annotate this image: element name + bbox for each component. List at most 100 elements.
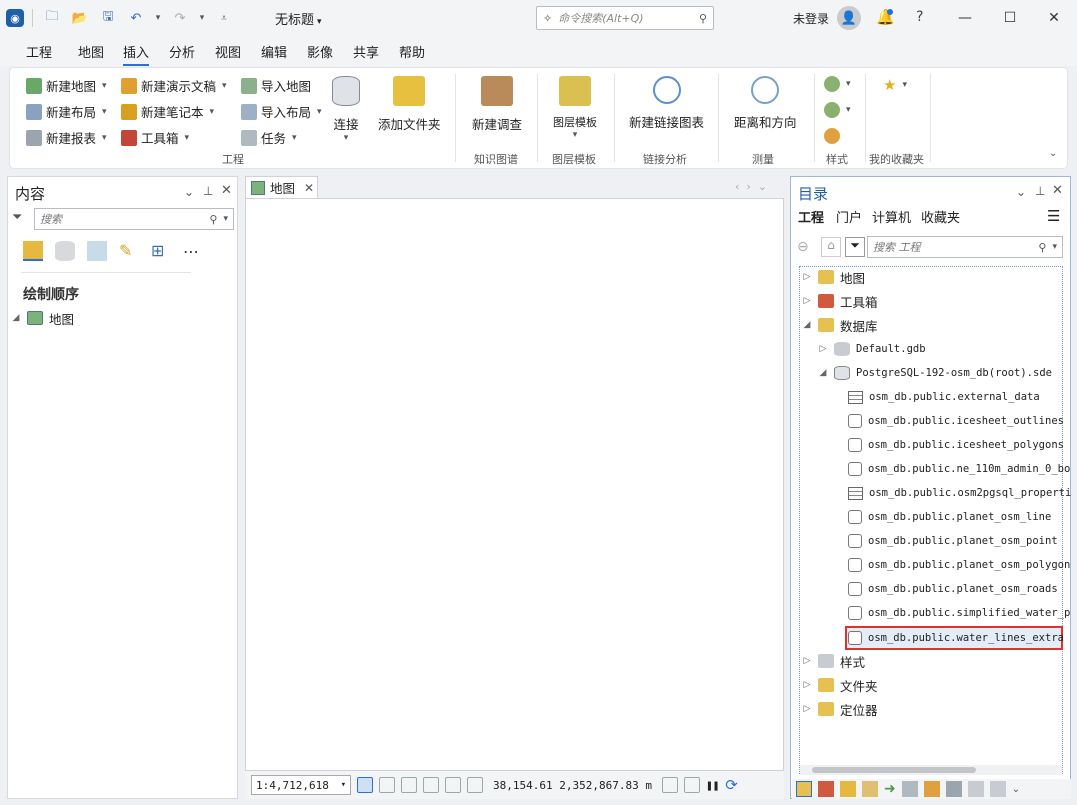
list-by-source-icon[interactable] (55, 241, 75, 261)
new-link-chart-button[interactable]: 新建链接图表 (629, 76, 704, 131)
tab-insert[interactable]: 插入 (123, 42, 150, 66)
back-icon[interactable]: ⊖ (797, 239, 809, 255)
redo-dropdown-icon[interactable]: ▾ (197, 7, 207, 29)
sign-in-status[interactable]: 未登录 (793, 10, 829, 27)
import-style-button[interactable] (824, 128, 840, 144)
expand-triangle-icon[interactable]: ▷ (802, 296, 812, 306)
filter-icon[interactable]: ⏷ (12, 210, 22, 225)
tree-item-styles[interactable]: ▷ 样式 (802, 650, 865, 672)
add-style-button[interactable]: ▾ (824, 76, 851, 92)
task-button[interactable]: 任务 ▾ (241, 128, 297, 147)
scale-selector[interactable]: 1:4,712,618 ▾ (251, 775, 351, 795)
close-icon[interactable]: ✕ (221, 183, 232, 198)
tree-item-table[interactable]: osm_db.public.osm2pgsql_properti (848, 482, 1071, 504)
catalog-dock-icon[interactable] (796, 781, 812, 797)
tab-view[interactable]: 视图 (215, 42, 241, 61)
tree-item-feature-class[interactable]: osm_db.public.ne_110m_admin_0_bo (848, 458, 1070, 480)
avatar[interactable]: 👤 (837, 6, 861, 30)
list-by-selection-icon[interactable] (87, 241, 107, 261)
pane-options-icon[interactable]: ⌄ (1016, 185, 1026, 199)
catalog-search-input[interactable]: 搜索 工程 ⚲ ▾ (867, 236, 1063, 258)
add-folder-button[interactable]: 添加文件夹 (378, 76, 441, 133)
scrollbar-thumb[interactable] (812, 767, 976, 773)
expand-triangle-icon[interactable]: ▷ (802, 656, 812, 666)
sketch-dock-icon[interactable] (862, 781, 878, 797)
brush-dock-icon[interactable] (923, 781, 940, 797)
query-dock-icon[interactable] (989, 781, 1006, 797)
undo-dropdown-icon[interactable]: ▾ (153, 7, 163, 29)
pause-icon[interactable]: ❚❚ (706, 779, 719, 792)
toolbox-dock-icon[interactable] (818, 781, 834, 797)
new-project-icon[interactable]: 🗀 (41, 7, 63, 29)
expand-triangle-icon[interactable]: ▷ (818, 344, 828, 354)
tab-scroll-arrows[interactable]: ‹ › ⌄ (735, 180, 767, 193)
connect-button[interactable]: 连接 ▾ (332, 76, 360, 143)
close-icon[interactable]: ✕ (304, 181, 314, 195)
tree-item-folders[interactable]: ▷ 文件夹 (802, 674, 878, 696)
map-view-tab[interactable]: 地图 ✕ (245, 176, 318, 198)
pane-options-icon[interactable]: ⌄ (184, 185, 194, 199)
new-notebook-button[interactable]: 新建笔记本 ▾ (121, 102, 214, 121)
tree-item-feature-class-selected[interactable]: osm_db.public.water_lines_extra (848, 627, 1064, 649)
layout-dock-icon[interactable] (945, 781, 962, 797)
expand-triangle-icon[interactable]: ◢ (11, 313, 21, 323)
catalog-menu-icon[interactable]: ☰ (1047, 207, 1060, 225)
tab-edit[interactable]: 编辑 (261, 42, 287, 61)
open-project-icon[interactable]: 📂 (69, 7, 91, 29)
drawing-order-icon[interactable] (23, 241, 43, 261)
customize-toolbar-icon[interactable]: ⩡ (213, 7, 235, 29)
import-layout-button[interactable]: 导入布局 ▾ (241, 102, 322, 121)
app-logo-icon[interactable]: ◉ (6, 9, 24, 27)
document-title[interactable]: 无标题 ▾ (275, 9, 322, 28)
tree-item-feature-class[interactable]: osm_db.public.planet_osm_line (848, 506, 1051, 528)
home-icon[interactable]: ⌂ (821, 237, 841, 257)
edit-dock-icon[interactable] (840, 781, 856, 797)
new-style-button[interactable]: ▾ (824, 102, 851, 118)
tree-item-feature-class[interactable]: osm_db.public.planet_osm_polygon (848, 554, 1070, 576)
save-icon[interactable]: 🖫 (97, 7, 119, 29)
new-survey-button[interactable]: 新建调查 (472, 76, 522, 133)
pin-icon[interactable]: ⊥ (203, 184, 213, 198)
expand-triangle-icon[interactable]: ▷ (802, 272, 812, 282)
selection-count-icon[interactable] (661, 777, 678, 793)
list-by-editing-icon[interactable]: ✎ (119, 241, 139, 261)
catalog-tab-project[interactable]: 工程 (798, 207, 824, 226)
command-search-input[interactable]: ✧ 命令搜索(Alt+Q) ⚲ (536, 6, 714, 30)
tab-help[interactable]: 帮助 (399, 42, 425, 61)
filter-icon[interactable]: ⏷ (845, 237, 865, 257)
redo-icon[interactable]: ↷ (169, 7, 191, 29)
tree-item-feature-class[interactable]: osm_db.public.planet_osm_point (848, 530, 1058, 552)
more-dock-icon[interactable]: ⌄ (1012, 784, 1020, 795)
close-icon[interactable]: ✕ (1052, 183, 1063, 198)
catalog-tab-favorites[interactable]: 收藏夹 (921, 207, 960, 226)
tab-map[interactable]: 地图 (78, 42, 104, 61)
undo-icon[interactable]: ↶ (125, 7, 147, 29)
new-report-button[interactable]: 新建报表 ▾ (26, 128, 107, 147)
arrow-dock-icon[interactable]: ➜ (884, 781, 896, 797)
map-canvas[interactable] (245, 198, 784, 771)
expand-triangle-icon[interactable]: ▷ (802, 680, 812, 690)
collapse-triangle-icon[interactable]: ◢ (818, 368, 828, 378)
new-layout-button[interactable]: 新建布局 ▾ (26, 102, 107, 121)
tree-item-feature-class[interactable]: osm_db.public.simplified_water_p (848, 602, 1070, 624)
tree-item-toolboxes[interactable]: ▷ 工具箱 (802, 290, 878, 312)
tree-item-table[interactable]: osm_db.public.external_data (848, 386, 1040, 408)
north-arrow-icon[interactable] (445, 777, 461, 793)
tree-item-maps[interactable]: ▷ 地图 (802, 266, 865, 288)
tree-item-databases[interactable]: ◢ 数据库 (802, 314, 878, 336)
layer-template-button[interactable]: 图层模板 ▾ (553, 76, 597, 140)
toolbox-button[interactable]: 工具箱 ▾ (121, 128, 189, 147)
navigator-icon[interactable] (357, 777, 373, 793)
tree-item-locators[interactable]: ▷ 定位器 (802, 698, 878, 720)
tab-project[interactable]: 工程 (26, 42, 52, 61)
close-window-button[interactable]: ✕ (1041, 6, 1067, 30)
grid-icon[interactable] (379, 777, 395, 793)
catalog-horizontal-scrollbar[interactable] (800, 765, 1062, 775)
catalog-tab-computer[interactable]: 计算机 (872, 207, 911, 226)
new-map-button[interactable]: 新建地图 ▾ (26, 76, 107, 95)
collapse-triangle-icon[interactable]: ◢ (802, 320, 812, 330)
new-presentation-button[interactable]: 新建演示文稿 ▾ (121, 76, 227, 95)
table-dock-icon[interactable] (967, 781, 984, 797)
tab-imagery[interactable]: 影像 (307, 42, 333, 61)
import-map-button[interactable]: 导入地图 (241, 76, 311, 95)
